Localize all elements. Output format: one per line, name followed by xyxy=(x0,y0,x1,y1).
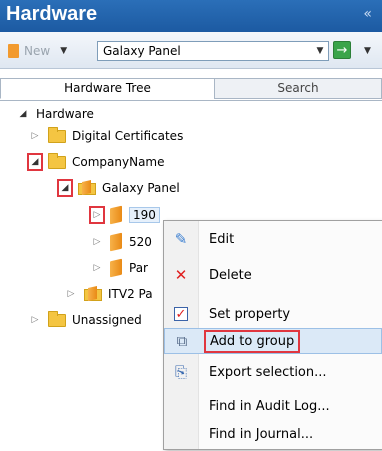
set-property-icon: ✓ xyxy=(174,306,188,322)
panel-folder-icon xyxy=(78,180,96,195)
folder-icon xyxy=(48,126,66,143)
tree-node-520[interactable]: ▷ 520 xyxy=(92,231,152,253)
collapsed-arrow-icon[interactable]: ▷ xyxy=(92,236,102,248)
chevron-down-icon[interactable]: ▼ xyxy=(312,42,328,60)
tree-node-label: Par xyxy=(129,261,148,275)
tree-node-unassigned[interactable]: ▷ Unassigned xyxy=(30,309,142,331)
menu-item-export-selection[interactable]: ⎘ Export selection... xyxy=(164,359,382,385)
toolbar: New ▼ Galaxy Panel ▼ → ▼ xyxy=(0,32,382,69)
tree-node-label: Unassigned xyxy=(72,313,142,327)
chevron-down-icon[interactable]: ▼ xyxy=(364,46,371,56)
new-button[interactable]: New ▼ xyxy=(8,42,67,60)
tree-node-digital-certificates[interactable]: ▷ Digital Certificates xyxy=(30,125,183,147)
menu-item-add-to-group[interactable]: ⧉ Add to group xyxy=(164,328,382,354)
tree-node-itv2[interactable]: ▷ ITV2 Pa xyxy=(66,283,153,305)
tree-node-label: CompanyName xyxy=(72,155,165,169)
tree-node-label: 520 xyxy=(129,235,152,249)
menu-item-label: Find in Audit Log... xyxy=(209,398,330,414)
new-button-label: New xyxy=(24,44,51,58)
panel-icon xyxy=(8,44,19,58)
go-button[interactable]: → xyxy=(333,41,351,59)
panel-title: Hardware xyxy=(6,3,98,25)
menu-item-label: Set property xyxy=(209,306,291,322)
panel-icon xyxy=(110,205,122,225)
collapsed-arrow-icon[interactable]: ▷ xyxy=(66,288,76,300)
context-menu: ✎ Edit ✕ Delete ✓ Set property ⧉ Add to … xyxy=(163,220,382,450)
panel-folder-icon xyxy=(84,286,102,301)
menu-item-set-property[interactable]: ✓ Set property xyxy=(164,301,382,327)
tree-node-label: 190 xyxy=(129,207,160,223)
panel-type-value: Galaxy Panel xyxy=(103,44,181,58)
menu-item-find-journal[interactable]: Find in Journal... xyxy=(164,421,382,447)
arrow-right-icon: → xyxy=(336,43,348,58)
collapse-icon[interactable]: « xyxy=(363,6,372,22)
expanded-arrow-icon[interactable]: ◢ xyxy=(57,179,73,197)
tree-node-company[interactable]: ◢ CompanyName xyxy=(27,151,165,173)
menu-item-label: Add to group xyxy=(203,329,301,353)
menu-item-label: Edit xyxy=(209,231,235,247)
expanded-arrow-icon[interactable]: ◢ xyxy=(27,153,43,171)
panel-icon xyxy=(110,232,122,252)
tree-node-galaxy-panel[interactable]: ◢ Galaxy Panel xyxy=(57,177,180,199)
tree-node-label: ITV2 Pa xyxy=(108,287,153,301)
chevron-down-icon[interactable]: ▼ xyxy=(60,46,67,56)
folder-icon xyxy=(48,310,66,327)
tree-node-par[interactable]: ▷ Par xyxy=(92,257,148,279)
menu-item-label: Find in Journal... xyxy=(209,426,314,442)
edit-icon: ✎ xyxy=(174,230,188,248)
tree-node-label: Hardware xyxy=(36,107,94,121)
tree-node-hardware[interactable]: ◢ Hardware xyxy=(18,103,94,125)
menu-item-delete[interactable]: ✕ Delete xyxy=(164,262,382,288)
menu-item-label: Delete xyxy=(209,267,252,283)
collapsed-arrow-icon[interactable]: ▷ xyxy=(89,206,105,224)
tab-bar: Hardware Tree Search xyxy=(0,78,382,100)
tree-node-label: Galaxy Panel xyxy=(102,181,180,195)
export-icon: ⎘ xyxy=(174,363,187,381)
panel-type-select[interactable]: Galaxy Panel ▼ xyxy=(97,41,329,61)
menu-item-edit[interactable]: ✎ Edit xyxy=(164,226,382,252)
tree-node-label: Digital Certificates xyxy=(72,129,184,143)
tab-hardware-tree[interactable]: Hardware Tree xyxy=(0,78,215,99)
menu-item-label: Export selection... xyxy=(209,364,327,380)
panel-icon xyxy=(110,258,122,278)
collapsed-arrow-icon[interactable]: ▷ xyxy=(92,262,102,274)
delete-icon: ✕ xyxy=(174,266,188,284)
folder-icon xyxy=(48,152,66,169)
add-to-group-icon: ⧉ xyxy=(176,332,188,350)
tree-node-190[interactable]: ▷ 190 xyxy=(89,204,160,226)
expanded-arrow-icon[interactable]: ◢ xyxy=(18,108,28,120)
tab-search[interactable]: Search xyxy=(214,78,382,99)
collapsed-arrow-icon[interactable]: ▷ xyxy=(30,130,40,142)
menu-item-find-audit-log[interactable]: Find in Audit Log... xyxy=(164,393,382,419)
panel-header: Hardware « xyxy=(0,0,382,32)
collapsed-arrow-icon[interactable]: ▷ xyxy=(30,314,40,326)
